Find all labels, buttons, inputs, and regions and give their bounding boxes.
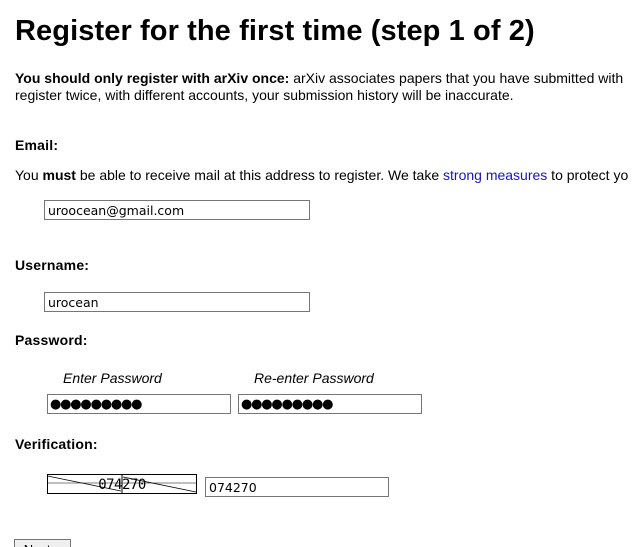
email-note: You must be able to receive mail at this… <box>15 167 628 184</box>
strong-measures-link[interactable]: strong measures <box>443 167 547 183</box>
password-mask: ●●●●●●●●● <box>50 397 143 412</box>
intro-line-2: register twice, with different accounts,… <box>15 87 514 103</box>
enter-password-caption: Enter Password <box>63 370 162 386</box>
verification-label: Verification: <box>15 436 98 452</box>
registration-page: Register for the first time (step 1 of 2… <box>0 0 639 547</box>
verification-field[interactable] <box>205 477 389 497</box>
next-button[interactable]: Next » <box>14 539 71 547</box>
intro-bold: You should only register with arXiv once… <box>15 70 290 86</box>
captcha-image: 074270 <box>47 474 197 494</box>
page-title: Register for the first time (step 1 of 2… <box>15 15 535 47</box>
password-field[interactable]: ●●●●●●●●● <box>47 394 231 414</box>
confirm-password-mask: ●●●●●●●●● <box>241 397 334 412</box>
email-note-prefix: You <box>15 167 43 183</box>
email-label: Email: <box>15 137 59 153</box>
confirm-password-field[interactable]: ●●●●●●●●● <box>238 394 422 414</box>
intro-line-1: You should only register with arXiv once… <box>15 70 623 87</box>
email-note-must: must <box>42 167 76 183</box>
intro-text: You should only register with arXiv once… <box>15 70 623 104</box>
email-note-middle: be able to receive mail at this address … <box>75 167 444 183</box>
reenter-password-caption: Re-enter Password <box>254 370 374 386</box>
username-label: Username: <box>15 257 90 273</box>
captcha-graphic: 074270 <box>47 474 197 494</box>
email-note-suffix: to protect yo <box>547 167 629 183</box>
intro-line-1-rest: arXiv associates papers that you have su… <box>289 70 624 86</box>
email-field[interactable] <box>44 200 310 220</box>
password-label: Password: <box>15 332 88 348</box>
captcha-code: 074270 <box>98 477 146 493</box>
username-field[interactable] <box>44 292 310 312</box>
